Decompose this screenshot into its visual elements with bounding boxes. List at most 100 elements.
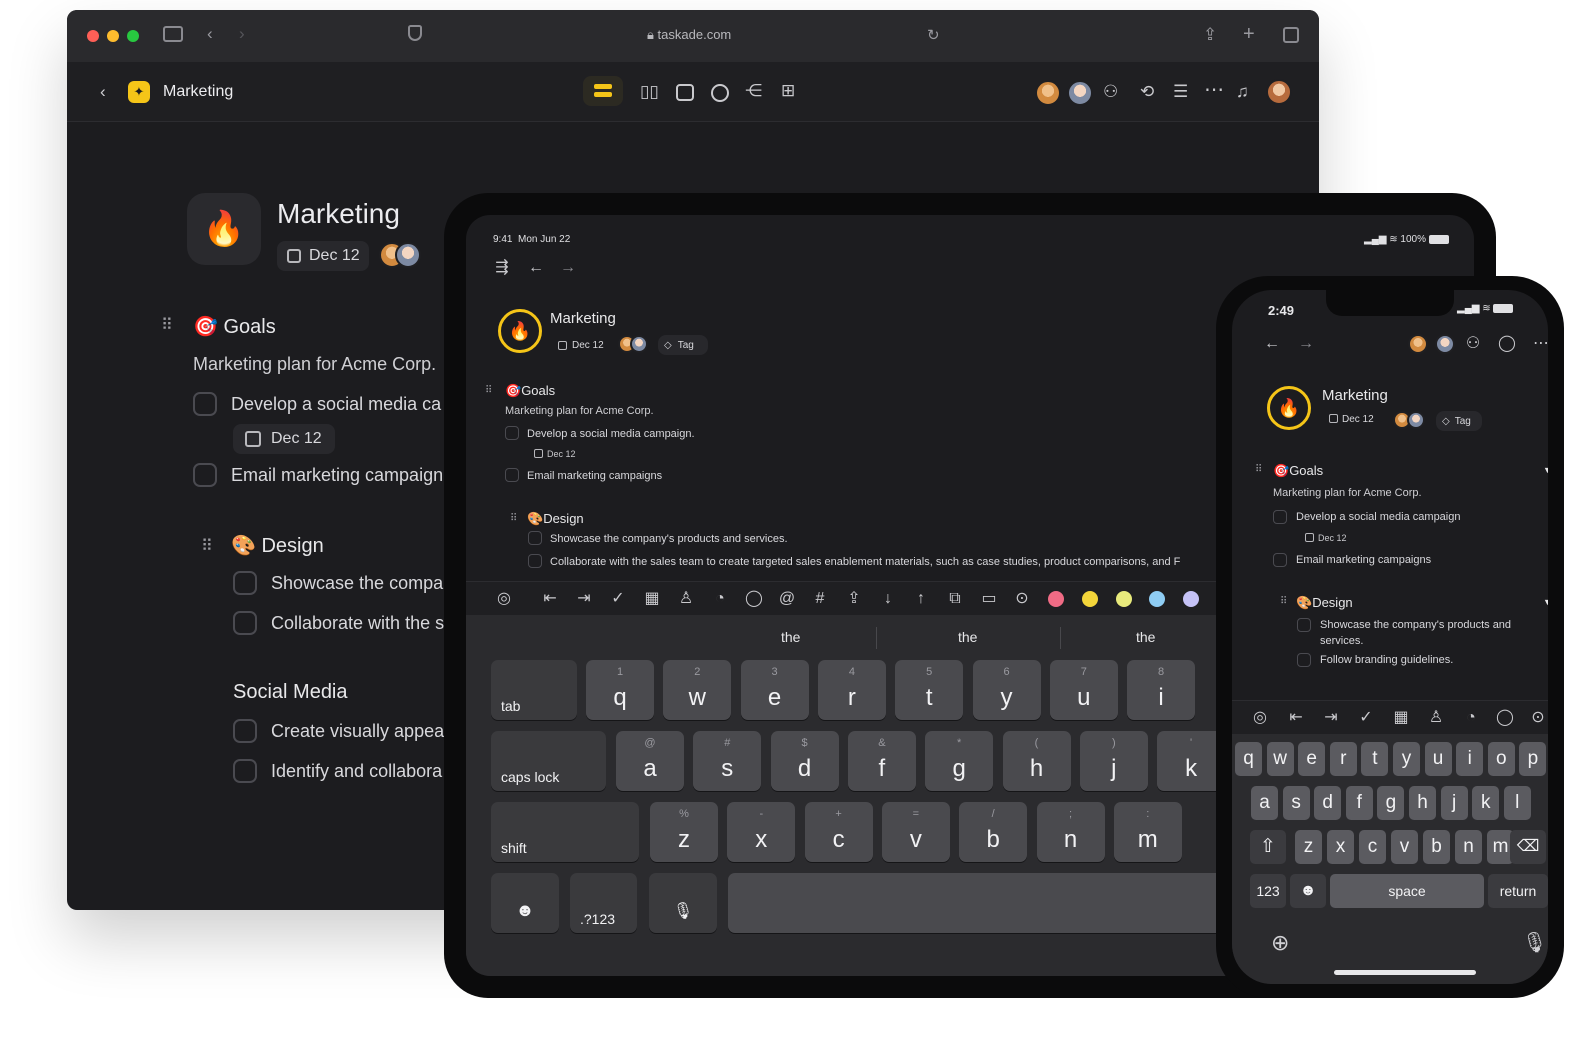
copy-icon[interactable]: ⧉ — [945, 590, 965, 608]
project-title[interactable]: Marketing — [1322, 387, 1388, 404]
task-text[interactable]: Email marketing campaign — [231, 465, 443, 486]
share-icon[interactable]: ⇪ — [1203, 25, 1217, 45]
key-n[interactable]: n — [1455, 830, 1482, 864]
timer-icon[interactable]: ◔ — [1461, 709, 1481, 727]
close-window-button[interactable] — [87, 30, 99, 42]
calendar-icon[interactable]: ▦ — [642, 590, 662, 608]
tag-chip[interactable]: ◇ Tag — [1436, 411, 1482, 431]
back-arrow-icon[interactable]: ← — [526, 259, 546, 277]
key-s[interactable]: s — [1282, 786, 1310, 820]
assign-user-icon[interactable]: ♙ — [1426, 709, 1446, 727]
return-key[interactable]: return — [1488, 874, 1548, 908]
sidebar-menu-icon[interactable]: ⇶ — [492, 259, 512, 277]
color-swatch[interactable] — [1116, 591, 1132, 607]
key-f[interactable]: & f — [847, 731, 916, 791]
key-a[interactable]: a — [1251, 786, 1278, 820]
color-swatch[interactable] — [1149, 591, 1165, 607]
key-x[interactable]: -x — [727, 802, 796, 862]
numbers-key[interactable]: .?123 — [570, 873, 637, 933]
key-g[interactable]: * g — [925, 731, 994, 791]
task-text[interactable]: Email marketing campaigns — [527, 470, 662, 482]
key-u[interactable]: u — [1424, 742, 1452, 776]
key-d[interactable]: $ d — [770, 731, 839, 791]
avatar[interactable] — [1035, 80, 1061, 106]
suggestion-word[interactable]: the — [958, 629, 977, 645]
user-avatar[interactable] — [1266, 79, 1292, 105]
design-heading[interactable]: 🎨Design — [527, 511, 584, 527]
task-text[interactable]: Showcase the company's products and serv… — [550, 533, 788, 545]
key-q[interactable]: 1q — [586, 660, 654, 720]
task-checkbox[interactable] — [528, 554, 542, 568]
drag-handle-icon[interactable]: ⠿ — [485, 385, 492, 396]
key-t[interactable]: t — [1361, 742, 1389, 776]
notification-bell-icon[interactable]: ♫ — [1236, 82, 1249, 102]
color-swatch[interactable] — [1082, 591, 1098, 607]
filter-icon[interactable]: ☰ — [1173, 82, 1188, 102]
avatar[interactable] — [1067, 80, 1093, 106]
upload-icon[interactable]: ⇪ — [844, 590, 864, 608]
task-checkbox[interactable] — [193, 463, 217, 487]
social-media-heading[interactable]: Social Media — [233, 681, 348, 704]
dictation-key[interactable]: 🎙︎ — [649, 873, 717, 933]
shield-icon[interactable] — [408, 25, 422, 41]
back-icon[interactable]: ‹ — [207, 24, 213, 44]
comment-icon[interactable]: ◯ — [744, 590, 764, 608]
project-fire-icon[interactable]: 🔥 — [1267, 386, 1311, 430]
calendar-view-icon[interactable] — [676, 84, 694, 101]
shift-key[interactable]: ⇧ — [1250, 830, 1286, 864]
activity-icon[interactable]: ⟲ — [1140, 82, 1154, 102]
board-view-icon[interactable]: ▯▯ — [640, 82, 659, 102]
date-chip[interactable]: Dec 12 — [277, 241, 369, 271]
indent-icon[interactable]: ⇥ — [574, 590, 594, 608]
key-v[interactable]: = v — [881, 802, 950, 862]
drag-handle-icon[interactable]: ⠿ — [510, 513, 517, 524]
goals-heading[interactable]: 🎯 Goals — [193, 314, 276, 339]
tag-chip[interactable]: ◇ Tag — [658, 335, 708, 355]
back-arrow-icon[interactable]: ← — [1262, 335, 1282, 353]
task-checkbox[interactable] — [1273, 510, 1287, 524]
task-text[interactable]: Develop a social media ca — [231, 394, 441, 415]
drag-handle-icon[interactable]: ⠿ — [1280, 596, 1287, 607]
color-swatch[interactable] — [1048, 591, 1064, 607]
suggestion-word[interactable]: the — [781, 629, 800, 645]
space-key[interactable]: space — [1330, 874, 1484, 908]
minimize-window-button[interactable] — [107, 30, 119, 42]
space-key[interactable] — [728, 873, 1288, 933]
avatar[interactable] — [630, 335, 648, 353]
collapse-chevron-icon[interactable]: ▼ — [1543, 465, 1548, 475]
task-check-icon[interactable]: ◎ — [1250, 709, 1270, 727]
key-r[interactable]: 4r — [817, 660, 886, 720]
add-member-icon[interactable]: ⚇ — [1103, 82, 1118, 102]
assign-user-icon[interactable]: ♙ — [676, 590, 696, 608]
forward-icon[interactable]: › — [239, 24, 245, 44]
key-h[interactable]: (h — [1002, 731, 1071, 791]
task-checkbox[interactable] — [528, 531, 542, 545]
design-heading[interactable]: 🎨Design — [1296, 595, 1353, 611]
key-o[interactable]: o — [1487, 742, 1515, 776]
back-arrow-icon[interactable]: ‹ — [100, 82, 106, 102]
add-member-icon[interactable]: ⚇ — [1463, 335, 1483, 353]
forward-arrow-icon[interactable]: → — [1296, 335, 1316, 353]
date-chip[interactable]: Dec 12 — [554, 336, 610, 354]
url-bar[interactable]: 🔒︎ taskade.com — [647, 27, 731, 43]
task-checkbox[interactable] — [1297, 653, 1311, 667]
goals-heading[interactable]: 🎯Goals — [505, 383, 555, 399]
project-fire-icon[interactable]: 🔥 — [187, 193, 261, 265]
zoom-window-button[interactable] — [127, 30, 139, 42]
mention-icon[interactable]: @ — [777, 590, 797, 608]
clipboard-icon[interactable]: ▭ — [979, 590, 999, 608]
key-m[interactable]: :m — [1113, 802, 1182, 862]
task-text[interactable]: Collaborate with the s — [271, 613, 444, 634]
task-text[interactable]: Showcase the compa — [271, 573, 443, 594]
task-checkbox[interactable] — [193, 392, 217, 416]
key-a[interactable]: @ a — [616, 731, 684, 791]
convert-icon[interactable]: ⊙ — [1012, 590, 1032, 608]
chat-icon[interactable]: ◯ — [1497, 335, 1517, 353]
key-v[interactable]: v — [1391, 830, 1418, 864]
key-l[interactable]: l — [1503, 786, 1531, 820]
key-b[interactable]: / b — [959, 802, 1028, 862]
key-t[interactable]: 5t — [895, 660, 964, 720]
key-w[interactable]: 2w — [663, 660, 732, 720]
avatar[interactable] — [1407, 411, 1425, 429]
tabs-overview-icon[interactable] — [1283, 27, 1299, 43]
